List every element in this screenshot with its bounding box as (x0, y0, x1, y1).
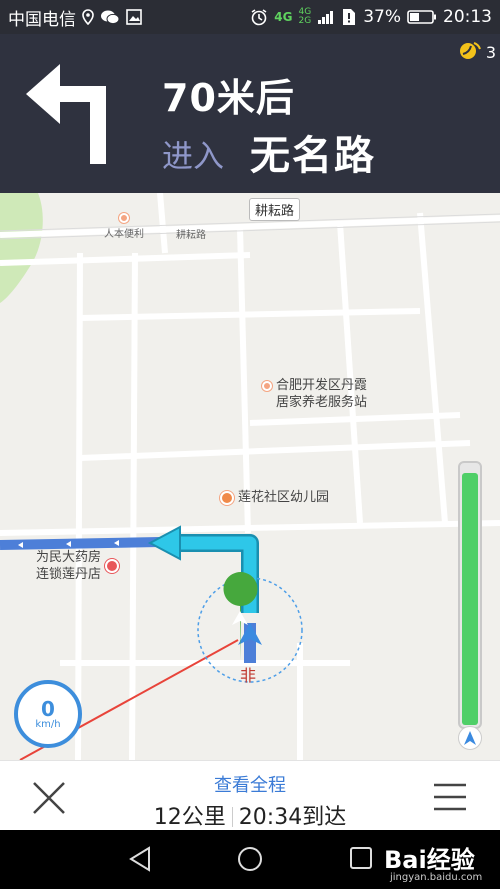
recent-apps-button[interactable] (349, 846, 373, 874)
bottom-panel: 查看全程 12公里 20:34到达 (0, 760, 500, 830)
next-road-name: 无名路 (250, 133, 376, 179)
satellite-icon (458, 40, 482, 64)
park-area (0, 193, 43, 303)
turn-left-arrow-icon (24, 64, 118, 168)
back-button[interactable] (128, 846, 152, 876)
clock-time: 20:13 (443, 7, 492, 27)
kindergarten-icon (220, 490, 234, 505)
route-line-passed (0, 537, 161, 550)
speed-value: 0 (41, 696, 55, 721)
poi-kindergarten[interactable]: 莲花社区幼儿园 (220, 489, 329, 506)
alarm-icon (250, 8, 268, 26)
poi-pharmacy[interactable]: 为民大药房 连锁莲丹店 (36, 549, 120, 583)
arrival-time: 20:34到达 (238, 805, 347, 830)
network-2g-small: 2G (298, 16, 312, 26)
baidu-jingyan-watermark: Bai经验 (384, 846, 475, 874)
gps-indicator: 3 (458, 40, 496, 64)
route-progress-bar (458, 461, 482, 729)
road-label-small: 耕耘路 (176, 230, 206, 241)
status-left: 中国电信 (8, 5, 142, 30)
route-progress-marker (458, 726, 482, 750)
distance-to-turn: 70米后 (162, 76, 295, 120)
map-canvas: 非 (0, 193, 500, 760)
poi-elder-care-line1: 合肥开发区丹霞 (276, 378, 368, 393)
view-full-route-button[interactable]: 查看全程 (0, 771, 500, 797)
trip-divider (231, 807, 233, 827)
red-poi-glyph: 非 (240, 666, 256, 685)
poi-kindergarten-label: 莲花社区幼儿园 (238, 490, 330, 505)
image-icon (126, 9, 142, 25)
map-view[interactable]: 非 耕耘路 耕耘路 人本便利 合肥开发区丹霞 居家养老服务站 莲花社区幼儿园 为… (0, 193, 500, 760)
watermark-url: jingyan.baidu.com (390, 872, 483, 883)
status-right: 4G 4G 2G 37% 20:13 (250, 7, 492, 27)
battery-icon (407, 9, 437, 25)
network-dual-label: 4G 2G (299, 8, 312, 26)
status-bar: 中国电信 4G 4G 2G 37% 20:13 (0, 0, 500, 34)
menu-button[interactable] (432, 779, 468, 815)
speedometer: 0 km/h (14, 680, 82, 748)
carrier-name: 中国电信 (8, 9, 76, 30)
wechat-icon (100, 9, 120, 25)
hamburger-menu-icon (434, 783, 466, 811)
pharmacy-icon (105, 559, 120, 573)
route-progress-fill (462, 472, 478, 725)
road-label-top: 耕耘路 (249, 198, 301, 221)
poi-elder-care[interactable]: 合肥开发区丹霞 居家养老服务站 (262, 377, 367, 411)
home-button[interactable] (237, 846, 263, 876)
poi-pharmacy-text: 为民大药房 连锁莲丹店 (36, 549, 101, 583)
home-circle-icon (238, 847, 262, 871)
recent-apps-square-icon (350, 847, 372, 869)
poi-pharmacy-line2: 连锁莲丹店 (36, 567, 102, 582)
convenience-store-icon (119, 213, 129, 223)
sim-alert-icon (341, 8, 357, 26)
navigation-arrow-icon (464, 731, 476, 745)
navigation-banner: 70米后 进入 无名路 3 (0, 34, 500, 193)
signal-icon (317, 9, 335, 25)
gps-satellite-count: 3 (485, 42, 496, 62)
poi-elder-care-line2: 居家养老服务站 (276, 395, 368, 410)
battery-percent: 37% (363, 7, 401, 27)
network-4g-label: 4G (274, 10, 293, 24)
back-triangle-icon (129, 846, 150, 872)
speed-unit: km/h (35, 718, 61, 730)
remaining-distance: 12公里 (153, 805, 226, 830)
enter-label: 进入 (162, 139, 224, 175)
poi-pharmacy-line1: 为民大药房 (36, 550, 102, 565)
elder-care-icon (262, 381, 272, 391)
poi-elder-care-text: 合肥开发区丹霞 居家养老服务站 (276, 377, 367, 411)
trip-summary: 12公里 20:34到达 (0, 799, 500, 831)
poi-convenience-store[interactable]: 人本便利 (104, 213, 144, 240)
location-icon (82, 9, 94, 25)
poi-convenience-label: 人本便利 (104, 229, 144, 240)
